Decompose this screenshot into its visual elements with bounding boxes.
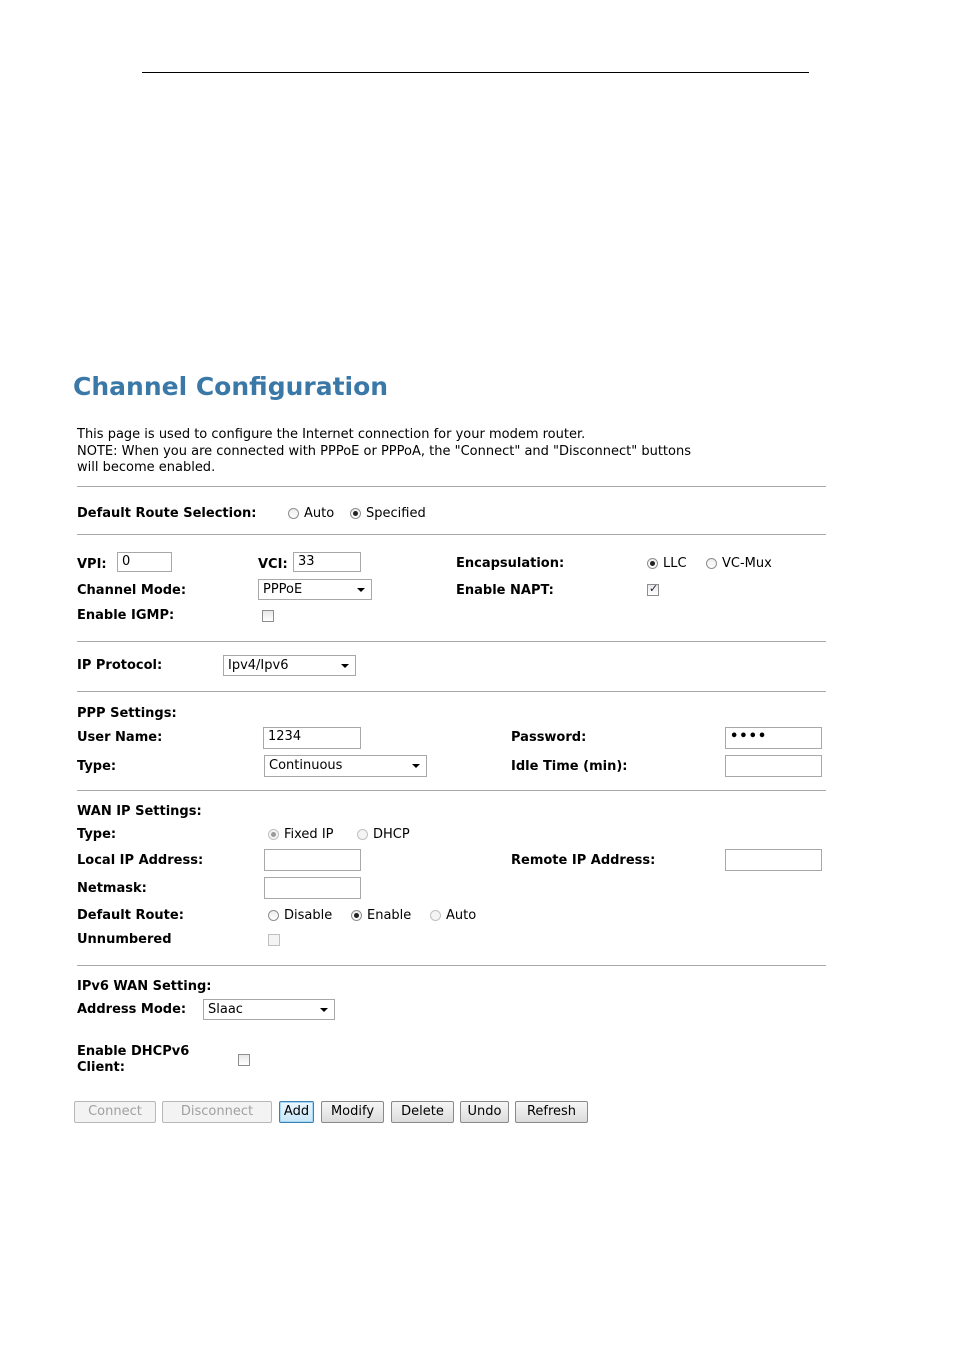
ppp-type-value: Continuous: [269, 758, 343, 773]
description-line: This page is used to configure the Inter…: [77, 427, 586, 442]
local-ip-input[interactable]: [264, 849, 361, 871]
default-route-selection-label: Default Route Selection:: [77, 506, 257, 521]
ip-protocol-label: IP Protocol:: [77, 658, 163, 673]
section-divider: [77, 790, 826, 791]
unnumbered-checkbox[interactable]: [268, 934, 280, 946]
encapsulation-vcmux-radio[interactable]: [706, 558, 717, 569]
header-rule: [142, 72, 809, 73]
ppp-type-label: Type:: [77, 759, 117, 774]
netmask-label: Netmask:: [77, 881, 147, 896]
section-divider: [77, 641, 826, 642]
encapsulation-vcmux-label: VC-Mux: [722, 556, 772, 571]
default-route-auto-radio[interactable]: [430, 910, 441, 921]
address-mode-value: Slaac: [208, 1002, 243, 1017]
vci-label: VCI:: [258, 557, 288, 572]
undo-button[interactable]: Undo: [460, 1101, 509, 1123]
password-input[interactable]: ••••: [725, 727, 822, 749]
chevron-down-icon: [357, 588, 365, 592]
encapsulation-llc-radio[interactable]: [647, 558, 658, 569]
chevron-down-icon: [320, 1008, 328, 1012]
wan-type-fixed-ip-label: Fixed IP: [284, 827, 334, 842]
connect-button[interactable]: Connect: [74, 1101, 156, 1123]
default-route-specified-label: Specified: [366, 506, 426, 521]
default-route-label: Default Route:: [77, 908, 184, 923]
default-route-specified-radio[interactable]: [350, 508, 361, 519]
ip-protocol-select[interactable]: Ipv4/Ipv6: [223, 655, 356, 676]
remote-ip-input[interactable]: [725, 849, 822, 871]
description-line: will become enabled.: [77, 460, 216, 475]
enable-dhcpv6-label: Enable DHCPv6 Client:: [77, 1044, 189, 1076]
netmask-input[interactable]: [264, 877, 361, 899]
wan-ip-settings-heading: WAN IP Settings:: [77, 804, 202, 819]
ipv6-wan-setting-heading: IPv6 WAN Setting:: [77, 979, 212, 994]
enable-dhcpv6-checkbox[interactable]: [238, 1054, 250, 1066]
default-route-auto-radio[interactable]: [288, 508, 299, 519]
idle-time-input[interactable]: [725, 755, 822, 777]
delete-button[interactable]: Delete: [391, 1101, 454, 1123]
channel-mode-select[interactable]: PPPoE: [258, 579, 372, 600]
enable-dhcpv6-label-line: Enable DHCPv6: [77, 1044, 190, 1059]
wan-type-dhcp-label: DHCP: [373, 827, 410, 842]
default-route-enable-label: Enable: [367, 908, 412, 923]
default-route-enable-radio[interactable]: [351, 910, 362, 921]
default-route-auto-option-label: Auto: [446, 908, 477, 923]
ip-protocol-value: Ipv4/Ipv6: [228, 658, 289, 673]
enable-igmp-label: Enable IGMP:: [77, 608, 175, 623]
wan-type-fixed-ip-radio[interactable]: [268, 829, 279, 840]
user-name-label: User Name:: [77, 730, 163, 745]
channel-mode-value: PPPoE: [263, 582, 303, 597]
remote-ip-label: Remote IP Address:: [511, 853, 656, 868]
vci-input[interactable]: 33: [293, 552, 361, 572]
section-divider: [77, 965, 826, 966]
channel-mode-label: Channel Mode:: [77, 583, 187, 598]
wan-type-dhcp-radio[interactable]: [357, 829, 368, 840]
encapsulation-llc-label: LLC: [663, 556, 687, 571]
section-divider: [77, 486, 826, 487]
section-divider: [77, 534, 826, 535]
section-divider: [77, 691, 826, 692]
vpi-label: VPI:: [77, 557, 107, 572]
enable-napt-checkbox[interactable]: [647, 582, 659, 596]
encapsulation-label: Encapsulation:: [456, 556, 565, 571]
chevron-down-icon: [341, 664, 349, 668]
user-name-input[interactable]: 1234: [263, 727, 361, 749]
idle-time-label: Idle Time (min):: [511, 759, 628, 774]
enable-igmp-checkbox[interactable]: [262, 610, 274, 622]
page-description: This page is used to configure the Inter…: [77, 427, 691, 477]
password-label: Password:: [511, 730, 587, 745]
vpi-input[interactable]: 0: [117, 552, 172, 572]
default-route-disable-radio[interactable]: [268, 910, 279, 921]
unnumbered-label: Unnumbered: [77, 932, 172, 947]
description-line: NOTE: When you are connected with PPPoE …: [77, 443, 691, 459]
enable-dhcpv6-label-line: Client:: [77, 1060, 125, 1075]
disconnect-button[interactable]: Disconnect: [162, 1101, 272, 1123]
address-mode-label: Address Mode:: [77, 1002, 187, 1017]
modify-button[interactable]: Modify: [321, 1101, 384, 1123]
wan-type-label: Type:: [77, 827, 117, 842]
ppp-type-select[interactable]: Continuous: [264, 755, 427, 777]
default-route-auto-label: Auto: [304, 506, 335, 521]
refresh-button[interactable]: Refresh: [515, 1101, 588, 1123]
local-ip-label: Local IP Address:: [77, 853, 204, 868]
chevron-down-icon: [412, 764, 420, 768]
page-title: Channel Configuration: [73, 372, 389, 401]
address-mode-select[interactable]: Slaac: [203, 999, 335, 1020]
ppp-settings-heading: PPP Settings:: [77, 706, 177, 721]
enable-napt-label: Enable NAPT:: [456, 583, 554, 598]
add-button[interactable]: Add: [279, 1101, 314, 1123]
default-route-disable-label: Disable: [284, 908, 333, 923]
